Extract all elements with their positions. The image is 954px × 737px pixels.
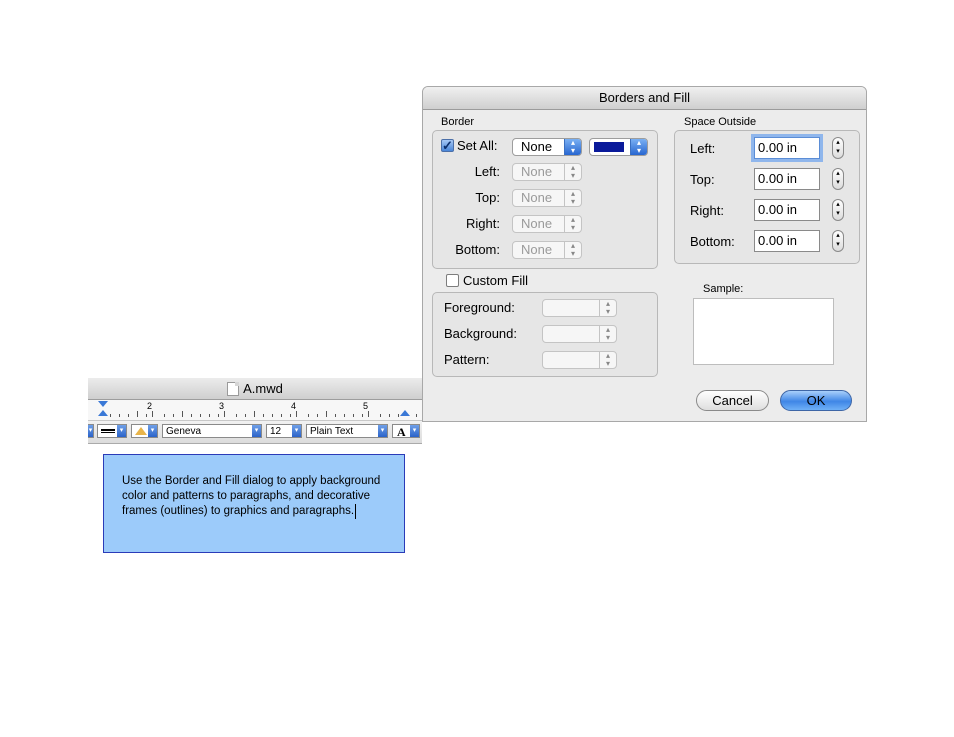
border-right-label: Right: [466,216,500,231]
line-style-popup[interactable]: ▾ [97,424,127,438]
space-left-label: Left: [690,141,716,156]
toolbar-left-popup[interactable]: ▾ [88,424,94,438]
format-toolbar: ▾ ▾ ▾ Geneva ▾ 12 ▾ Plain Text ▾ A ▾ [88,421,422,444]
border-left-popup[interactable]: None ▴ ▾ [512,163,582,181]
border-group-label: Border [441,116,475,128]
style-popup[interactable]: Plain Text ▾ [306,424,388,438]
updown-arrows-icon: ▴ ▾ [564,164,581,180]
background-popup[interactable]: ▴ ▾ [542,325,617,343]
frame-text-content: Use the Border and Fill dialog to apply … [122,475,381,517]
space-top-stepper[interactable]: ▴ ▾ [832,168,844,190]
set-all-label: Set All: [457,138,498,153]
pattern-popup[interactable]: ▴ ▾ [542,351,617,369]
cancel-button[interactable]: Cancel [696,390,769,411]
space-outside-label: Space Outside [684,116,757,128]
border-bottom-popup[interactable]: None ▴ ▾ [512,241,582,259]
left-indent-marker[interactable] [98,410,108,416]
document-icon [227,381,240,396]
dialog-title[interactable]: Borders and Fill [423,87,866,110]
updown-arrows-icon: ▴ ▾ [564,216,581,232]
updown-arrows-icon: ▴ ▾ [564,190,581,206]
updown-arrows-icon: ▴ ▾ [564,242,581,258]
ruler-number: 3 [219,401,225,411]
updown-arrows-icon: ▴ ▾ [630,139,647,155]
right-indent-marker[interactable] [400,410,410,416]
space-left-stepper[interactable]: ▴ ▾ [832,137,844,159]
color-swatch [594,142,624,152]
space-right-field[interactable]: 0.00 in [754,199,820,221]
updown-arrows-icon: ▴ ▾ [599,352,616,368]
ruler-number: 2 [147,401,153,411]
chevron-down-icon: ▾ [378,425,387,437]
updown-arrows-icon: ▴ ▾ [599,300,616,316]
space-right-label: Right: [690,203,724,218]
frame-text[interactable]: Use the Border and Fill dialog to apply … [122,474,394,519]
font-popup[interactable]: Geneva ▾ [162,424,262,438]
set-all-popup[interactable]: None ▴ ▾ [512,138,582,156]
ruler[interactable]: 2 3 4 5 [88,400,422,421]
fill-color-popup[interactable]: ▾ [131,424,158,438]
style-name: Plain Text [310,426,354,437]
custom-fill-label: Custom Fill [463,273,529,288]
border-top-label: Top: [475,190,500,205]
chevron-down-icon: ▾ [117,425,126,437]
font-size: 12 [270,426,282,437]
border-top-popup[interactable]: None ▴ ▾ [512,189,582,207]
chevron-down-icon: ▾ [148,425,157,437]
chevron-down-icon: ▾ [252,425,261,437]
paint-bucket-icon [135,427,147,435]
foreground-label: Foreground: [444,300,515,315]
font-size-popup[interactable]: 12 ▾ [266,424,302,438]
background-label: Background: [444,326,517,341]
first-line-indent-marker[interactable] [98,401,108,407]
chevron-down-icon: ▾ [410,425,419,437]
sample-preview [693,298,834,365]
updown-arrows-icon: ▴ ▾ [599,326,616,342]
space-bottom-label: Bottom: [690,234,735,249]
foreground-popup[interactable]: ▴ ▾ [542,299,617,317]
document-title: A.mwd [243,381,283,396]
set-all-checkbox[interactable]: ✓ [441,139,454,152]
text-style-popup[interactable]: A ▾ [392,424,420,439]
border-left-label: Left: [474,164,500,179]
font-name: Geneva [166,426,202,437]
border-color-popup[interactable]: ▴ ▾ [589,138,648,156]
space-right-stepper[interactable]: ▴ ▾ [832,199,844,221]
document-titlebar[interactable]: A.mwd [88,378,422,400]
text-frame[interactable]: Use the Border and Fill dialog to apply … [103,454,405,553]
space-left-field[interactable]: 0.00 in [754,137,820,159]
space-top-field[interactable]: 0.00 in [754,168,820,190]
border-right-popup[interactable]: None ▴ ▾ [512,215,582,233]
border-bottom-label: Bottom: [455,242,500,257]
chevron-down-icon: ▾ [292,425,301,437]
space-top-label: Top: [690,172,715,187]
pattern-label: Pattern: [444,352,490,367]
ruler-number: 4 [291,401,297,411]
ruler-number: 5 [363,401,369,411]
space-bottom-stepper[interactable]: ▴ ▾ [832,230,844,252]
borders-and-fill-dialog: Borders and Fill Border ✓ Set All: None … [422,86,867,422]
custom-fill-checkbox[interactable] [446,274,459,287]
text-style-icon: A [397,425,406,439]
updown-arrows-icon: ▴ ▾ [564,139,581,155]
space-bottom-field[interactable]: 0.00 in [754,230,820,252]
text-caret [355,504,357,519]
sample-label: Sample: [703,283,744,295]
document-window: A.mwd 2 3 4 5 ▾ ▾ ▾ Geneva ▾ 12 ▾ Plain … [88,378,422,444]
ok-button[interactable]: OK [780,390,852,411]
